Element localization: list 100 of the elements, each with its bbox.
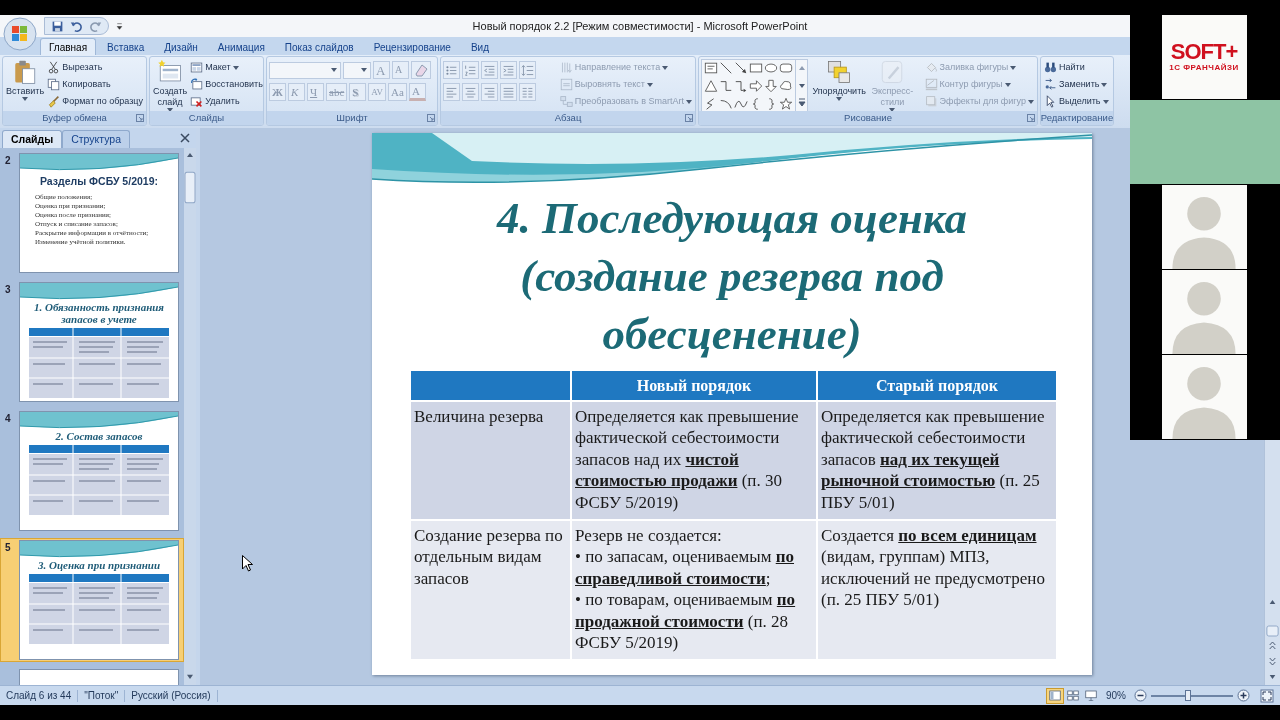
zoom-slider-thumb[interactable]: [1184, 689, 1191, 701]
group-label: Слайды: [188, 110, 225, 125]
font-size-field[interactable]: [343, 61, 371, 79]
pen-outline-icon: [924, 78, 938, 91]
vertical-scrollbar[interactable]: [1264, 440, 1280, 685]
smartart-icon: [559, 95, 573, 108]
reset-slide-icon: [190, 78, 204, 91]
save-icon[interactable]: [51, 19, 64, 33]
decrease-indent-icon[interactable]: [483, 63, 496, 77]
pane-tab[interactable]: Структура: [62, 130, 130, 148]
slide-counter: Слайд 6 из 44: [0, 689, 79, 702]
group-label: Рисование: [844, 110, 892, 125]
justify-icon[interactable]: [502, 85, 515, 99]
table-cell: Создается по всем единицам (видам, группам) МПЗ, исключений не предусмотрено (п. 25 ПБУ 5/01): [817, 520, 1057, 661]
view-button[interactable]: [1046, 687, 1064, 704]
undo-icon[interactable]: [70, 19, 83, 33]
slide-number: 3: [5, 284, 11, 295]
minus-icon: [1134, 689, 1147, 702]
delete-slide-icon: [190, 95, 204, 108]
fit-to-window-icon[interactable]: [1260, 688, 1274, 703]
arc-icon[interactable]: [719, 97, 733, 111]
column-header: Старый порядок: [817, 370, 1057, 401]
text-direction-icon: [559, 61, 573, 74]
row-header-cell: Создание резерва по отдельным видам запасов: [410, 520, 571, 661]
right-arrow-icon[interactable]: [749, 79, 763, 93]
slide-sorter-icon: [1067, 690, 1079, 701]
align-left-icon[interactable]: [445, 85, 458, 99]
arrow-line-icon[interactable]: [734, 61, 748, 75]
clear-formatting-icon[interactable]: [411, 61, 431, 79]
dialog-launcher-icon[interactable]: [136, 114, 144, 122]
ribbon-button[interactable]: Удалить: [189, 93, 263, 110]
slide-thumbnail[interactable]: 1. Обязанность признания запасов в учете: [19, 282, 179, 402]
text-box-icon[interactable]: [704, 61, 718, 75]
thumbnail-title: 3. Оценка при признании: [36, 559, 162, 571]
line-icon[interactable]: [719, 61, 733, 75]
increase-indent-icon[interactable]: [502, 63, 515, 77]
plus-icon: [1237, 689, 1250, 702]
dialog-launcher-icon[interactable]: [685, 114, 693, 122]
zoom-out-button[interactable]: [1134, 689, 1147, 702]
ribbon-button[interactable]: Найти: [1043, 59, 1110, 76]
window-title: Новый порядок 2.2 [Режим совместимости] - Microsoft PowerPoint: [472, 19, 808, 32]
bullet-list-icon[interactable]: [445, 63, 458, 77]
redo-icon[interactable]: [89, 19, 102, 33]
new-slide-icon: [157, 59, 184, 85]
cloud-callout-icon[interactable]: [779, 79, 793, 93]
ribbon-tab[interactable]: Главная: [40, 38, 97, 55]
numbered-list-icon[interactable]: [464, 63, 477, 77]
slideshow-icon: [1085, 690, 1097, 701]
ribbon-button[interactable]: Вставить: [5, 59, 46, 111]
scissors-icon: [47, 61, 61, 74]
pane-tab[interactable]: Слайды: [2, 130, 63, 148]
line-spacing-icon[interactable]: [521, 63, 534, 77]
paint-bucket-icon: [924, 61, 938, 74]
dialog-launcher-icon[interactable]: [1027, 114, 1035, 122]
font-name-field[interactable]: [269, 61, 341, 79]
caret-icon: [331, 68, 337, 72]
group-label: Буфер обмена: [42, 110, 107, 125]
ribbon-button[interactable]: Копировать: [46, 76, 144, 93]
align-right-icon[interactable]: [483, 85, 496, 99]
zoom-in-button[interactable]: [1237, 689, 1250, 702]
ribbon-tab[interactable]: Показ слайдов: [275, 38, 363, 55]
star-icon[interactable]: [779, 97, 793, 111]
ribbon-tab[interactable]: Дизайн: [155, 38, 207, 55]
down-arrow-icon[interactable]: [764, 79, 778, 93]
ribbon-button[interactable]: Макет: [189, 59, 263, 76]
rounded-rectangle-icon[interactable]: [779, 61, 793, 75]
elbow-connector-icon[interactable]: [719, 79, 733, 93]
theme-name: "Поток": [78, 689, 126, 702]
close-icon[interactable]: [180, 133, 190, 143]
paintbrush-icon: [47, 95, 61, 108]
shape-gallery[interactable]: [701, 59, 808, 113]
shape-effects-icon: [924, 95, 938, 108]
dialog-launcher-icon[interactable]: [427, 114, 435, 122]
ribbon-tab[interactable]: Вид: [461, 38, 498, 55]
align-text-icon: [559, 78, 573, 91]
oval-icon[interactable]: [764, 61, 778, 75]
columns-icon[interactable]: [521, 85, 534, 99]
align-center-icon[interactable]: [464, 85, 477, 99]
ribbon-button[interactable]: Создать слайд: [152, 59, 189, 111]
ribbon-button[interactable]: Заменить: [1043, 76, 1110, 93]
ribbon-tab[interactable]: Анимация: [208, 38, 274, 55]
triangle-icon[interactable]: [704, 79, 718, 93]
elbow-arrow-icon[interactable]: [734, 79, 748, 93]
mouse-pointer-icon: [242, 555, 253, 572]
ribbon-tab[interactable]: Рецензирование: [364, 38, 460, 55]
ribbon-button[interactable]: Формат по образцу: [46, 93, 144, 110]
group-label: Абзац: [554, 110, 582, 125]
ribbon-button[interactable]: Вырезать: [46, 59, 144, 76]
ribbon-tab[interactable]: Вставка: [98, 38, 154, 55]
slide-thumbnail[interactable]: 2. Состав запасов: [19, 411, 179, 531]
thumbnail-title: Разделы ФСБУ 5/2019:: [39, 174, 159, 189]
group-label: Редактирование: [1041, 110, 1113, 125]
rectangle-icon[interactable]: [749, 61, 763, 75]
view-button[interactable]: [1082, 687, 1100, 704]
ribbon-button[interactable]: Выделить: [1043, 93, 1110, 110]
slide-thumbnail[interactable]: 3. Оценка при признании: [19, 540, 179, 660]
view-button[interactable]: [1064, 687, 1082, 704]
customize-toolbar-icon[interactable]: [115, 21, 124, 31]
slide-number: 4: [5, 413, 11, 424]
ribbon-button[interactable]: Восстановить: [189, 76, 263, 93]
